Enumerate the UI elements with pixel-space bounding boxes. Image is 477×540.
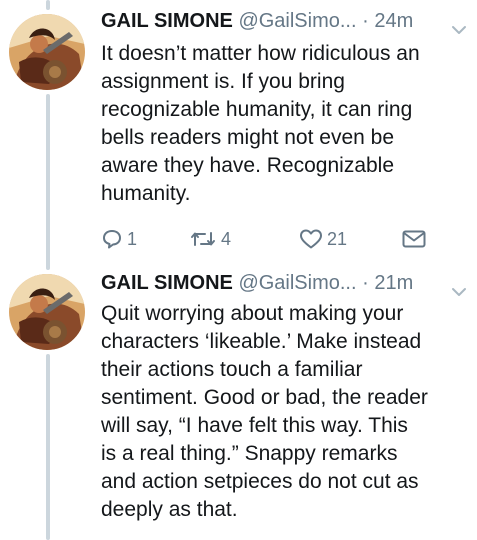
separator-dot: · — [362, 10, 369, 32]
like-count: 21 — [327, 228, 348, 249]
retweet-button[interactable]: 4 — [189, 224, 231, 254]
reply-count: 1 — [127, 228, 138, 249]
separator-dot: · — [362, 272, 369, 294]
avatar[interactable] — [9, 274, 85, 350]
tweet-text: Quit worrying about making your characte… — [101, 302, 428, 521]
reply-button[interactable]: 1 — [101, 224, 137, 254]
like-button[interactable]: 21 — [299, 224, 347, 254]
tweet-header: GAIL SIMONE @GailSimo... · 21m — [101, 268, 471, 298]
comic-art-avatar-icon — [9, 274, 85, 350]
tweet[interactable]: GAIL SIMONE @GailSimo... · 21m Quit worr… — [0, 262, 477, 540]
retweet-count: 4 — [221, 228, 232, 249]
display-name[interactable]: GAIL SIMONE — [101, 10, 233, 32]
avatar[interactable] — [9, 14, 85, 90]
reply-icon — [101, 228, 123, 250]
envelope-icon — [401, 228, 427, 250]
comic-art-avatar-icon — [9, 14, 85, 90]
heart-icon — [299, 228, 323, 250]
retweet-icon — [189, 228, 217, 250]
user-handle[interactable]: @GailSimo... — [238, 10, 356, 32]
chevron-down-icon[interactable] — [451, 15, 467, 34]
tweet-actions: 1 4 21 — [101, 224, 441, 254]
user-handle[interactable]: @GailSimo... — [238, 272, 356, 294]
timestamp[interactable]: 24m — [374, 10, 413, 32]
direct-message-button[interactable] — [401, 224, 427, 254]
tweet-header: GAIL SIMONE @GailSimo... · 24m — [101, 6, 471, 36]
display-name[interactable]: GAIL SIMONE — [101, 272, 233, 294]
tweet[interactable]: GAIL SIMONE @GailSimo... · 24m It doesn’… — [0, 0, 477, 262]
chevron-down-icon[interactable] — [451, 277, 467, 296]
timestamp[interactable]: 21m — [374, 272, 413, 294]
tweet-text: It doesn’t matter how ridiculous an assi… — [101, 42, 420, 205]
